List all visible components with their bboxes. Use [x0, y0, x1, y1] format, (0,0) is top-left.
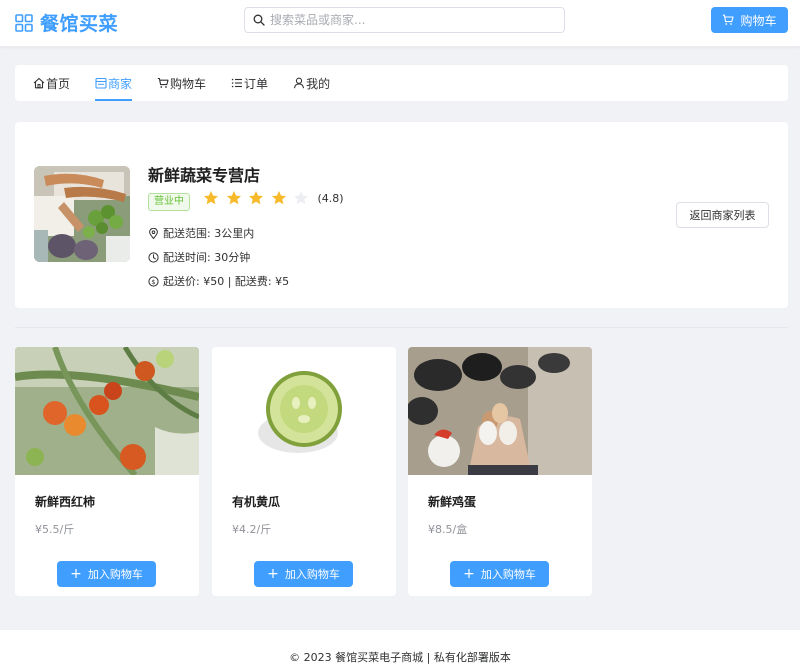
- status-badge: 营业中: [148, 193, 190, 211]
- star-filled-icon: [271, 191, 286, 205]
- footer: © 2023 餐馆买菜电子商城 | 私有化部署版本: [0, 630, 800, 665]
- nav-item-profile[interactable]: 我的: [293, 65, 330, 101]
- nav-item-home[interactable]: 首页: [33, 65, 70, 101]
- rating-value: (4.8): [317, 191, 344, 205]
- search-icon: [253, 14, 265, 26]
- search-box[interactable]: [244, 7, 565, 33]
- star-filled-icon: [249, 191, 263, 205]
- location-icon: [149, 227, 158, 239]
- store-name: 新鲜蔬菜专营店: [148, 166, 261, 185]
- plus-icon: +: [70, 566, 82, 582]
- star-filled-icon: [226, 191, 241, 205]
- product-name: 新鲜鸡蛋: [428, 495, 477, 509]
- nav-label: 购物车: [170, 76, 207, 91]
- product-name: 新鲜西红柿: [35, 495, 96, 509]
- store-image: [34, 166, 130, 262]
- top-header: 餐馆买菜 购物车: [0, 0, 800, 46]
- home-icon: [33, 77, 45, 89]
- header-cart-button[interactable]: 购物车: [711, 7, 788, 33]
- product-card: 新鲜西红柿 ¥5.5/斤 + 加入购物车: [15, 347, 199, 596]
- plus-icon: +: [267, 566, 279, 582]
- nav-label: 首页: [46, 76, 71, 91]
- nav-label: 商家: [108, 76, 133, 91]
- star-filled-icon: [204, 191, 218, 205]
- add-to-cart-label: 加入购物车: [87, 568, 143, 581]
- product-image-cucumber: [212, 347, 396, 475]
- product-image-eggs: [408, 347, 592, 475]
- store-info-card: 新鲜蔬菜专营店 营业中 (4.8) 配送范围: 3公里内 配送时间: 30分钟 …: [15, 122, 788, 308]
- cart-icon: [723, 14, 735, 25]
- main-nav: 首页 商家 购物车 订单 我的: [15, 65, 788, 101]
- add-to-cart-button[interactable]: + 加入购物车: [254, 561, 353, 587]
- search-input[interactable]: [270, 13, 550, 27]
- delivery-range-text: 配送范围: 3公里内: [163, 227, 255, 240]
- money-icon: $: [148, 275, 159, 287]
- section-divider: [15, 327, 788, 328]
- product-image-tomato: [15, 347, 199, 475]
- user-icon: [294, 77, 305, 89]
- nav-label: 我的: [306, 76, 331, 91]
- app-title: 餐馆买菜: [40, 13, 119, 35]
- product-price: ¥4.2/斤: [232, 523, 272, 536]
- add-to-cart-button[interactable]: + 加入购物车: [450, 561, 549, 587]
- rating-stars: (4.8): [203, 190, 344, 206]
- footer-text: © 2023 餐馆买菜电子商城 | 私有化部署版本: [289, 651, 511, 664]
- product-price: ¥8.5/盒: [428, 523, 468, 536]
- product-price: ¥5.5/斤: [35, 523, 75, 536]
- svg-text:$: $: [151, 278, 155, 286]
- delivery-fees-text: 起送价: ¥50 | 配送费: ¥5: [163, 275, 290, 288]
- add-to-cart-button[interactable]: + 加入购物车: [57, 561, 156, 587]
- logo[interactable]: 餐馆买菜: [15, 9, 118, 36]
- product-card: 有机黄瓜 ¥4.2/斤 + 加入购物车: [212, 347, 396, 596]
- delivery-fees: $ 起送价: ¥50 | 配送费: ¥5: [148, 273, 289, 289]
- star-empty-icon: [294, 191, 308, 205]
- header-cart-label: 购物车: [740, 13, 777, 28]
- add-to-cart-label: 加入购物车: [480, 568, 536, 581]
- grid-icon: [15, 13, 33, 32]
- delivery-range: 配送范围: 3公里内: [148, 225, 254, 241]
- product-card: 新鲜鸡蛋 ¥8.5/盒 + 加入购物车: [408, 347, 592, 596]
- clock-icon: [148, 251, 159, 263]
- nav-item-cart[interactable]: 购物车: [157, 65, 206, 101]
- nav-label: 订单: [244, 76, 269, 91]
- cart-icon: [157, 77, 169, 88]
- list-icon: [231, 78, 243, 88]
- add-to-cart-label: 加入购物车: [284, 568, 340, 581]
- nav-item-shops[interactable]: 商家: [95, 65, 133, 101]
- plus-icon: +: [463, 566, 475, 582]
- shop-icon: [95, 77, 107, 89]
- delivery-time: 配送时间: 30分钟: [148, 249, 250, 265]
- nav-item-orders[interactable]: 订单: [231, 65, 268, 101]
- delivery-time-text: 配送时间: 30分钟: [163, 251, 251, 264]
- product-name: 有机黄瓜: [232, 495, 281, 509]
- back-to-shops-button[interactable]: 返回商家列表: [676, 202, 769, 228]
